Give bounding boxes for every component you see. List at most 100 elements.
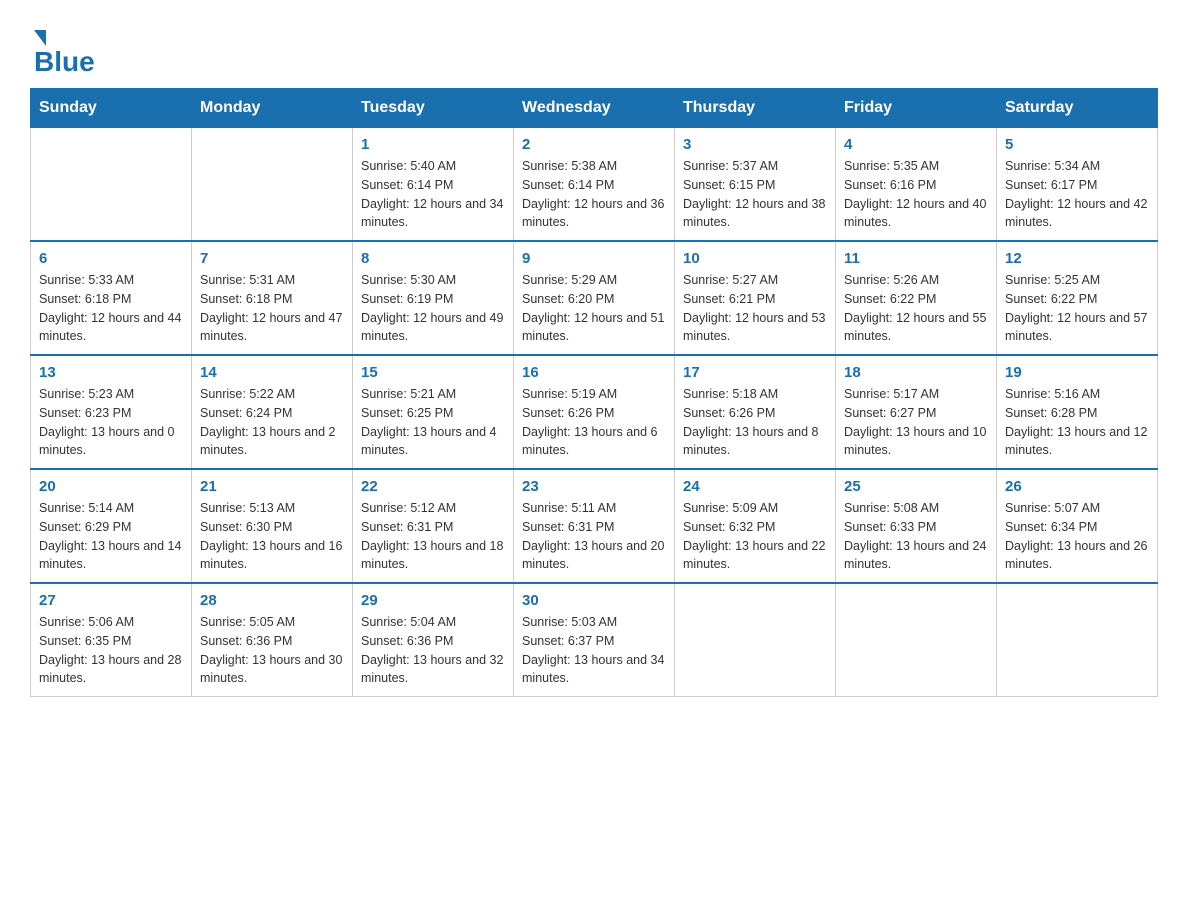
calendar-week-row: 20 Sunrise: 5:14 AMSunset: 6:29 PMDayligh… bbox=[31, 469, 1158, 583]
day-number: 25 bbox=[844, 478, 988, 495]
day-number: 7 bbox=[200, 250, 344, 267]
day-info: Sunrise: 5:26 AMSunset: 6:22 PMDaylight:… bbox=[844, 271, 988, 346]
calendar-cell: 11 Sunrise: 5:26 AMSunset: 6:22 PMDayligh… bbox=[836, 241, 997, 355]
day-number: 16 bbox=[522, 364, 666, 381]
weekday-header: Wednesday bbox=[514, 89, 675, 128]
day-info: Sunrise: 5:23 AMSunset: 6:23 PMDaylight:… bbox=[39, 385, 183, 460]
weekday-header: Monday bbox=[192, 89, 353, 128]
day-number: 17 bbox=[683, 364, 827, 381]
weekday-header: Saturday bbox=[997, 89, 1158, 128]
calendar-cell bbox=[192, 128, 353, 242]
calendar-week-row: 6 Sunrise: 5:33 AMSunset: 6:18 PMDaylight… bbox=[31, 241, 1158, 355]
day-number: 1 bbox=[361, 136, 505, 153]
day-number: 22 bbox=[361, 478, 505, 495]
day-number: 12 bbox=[1005, 250, 1149, 267]
day-info: Sunrise: 5:11 AMSunset: 6:31 PMDaylight:… bbox=[522, 499, 666, 574]
calendar-week-row: 13Sunrise: 5:23 AMSunset: 6:23 PMDayligh… bbox=[31, 355, 1158, 469]
calendar-cell: 13Sunrise: 5:23 AMSunset: 6:23 PMDayligh… bbox=[31, 355, 192, 469]
day-info: Sunrise: 5:14 AMSunset: 6:29 PMDaylight:… bbox=[39, 499, 183, 574]
day-info: Sunrise: 5:06 AMSunset: 6:35 PMDaylight:… bbox=[39, 613, 183, 688]
day-info: Sunrise: 5:16 AMSunset: 6:28 PMDaylight:… bbox=[1005, 385, 1149, 460]
day-number: 23 bbox=[522, 478, 666, 495]
weekday-header: Tuesday bbox=[353, 89, 514, 128]
calendar-cell: 17 Sunrise: 5:18 AMSunset: 6:26 PMDayligh… bbox=[675, 355, 836, 469]
calendar-cell: 27 Sunrise: 5:06 AMSunset: 6:35 PMDayligh… bbox=[31, 583, 192, 697]
day-info: Sunrise: 5:31 AMSunset: 6:18 PMDaylight:… bbox=[200, 271, 344, 346]
calendar-cell: 20 Sunrise: 5:14 AMSunset: 6:29 PMDayligh… bbox=[31, 469, 192, 583]
calendar-table: SundayMondayTuesdayWednesdayThursdayFrid… bbox=[30, 88, 1158, 697]
day-number: 5 bbox=[1005, 136, 1149, 153]
calendar-cell: 6 Sunrise: 5:33 AMSunset: 6:18 PMDaylight… bbox=[31, 241, 192, 355]
calendar-cell: 5 Sunrise: 5:34 AMSunset: 6:17 PMDaylight… bbox=[997, 128, 1158, 242]
day-info: Sunrise: 5:34 AMSunset: 6:17 PMDaylight:… bbox=[1005, 157, 1149, 232]
calendar-cell: 2 Sunrise: 5:38 AMSunset: 6:14 PMDaylight… bbox=[514, 128, 675, 242]
calendar-cell bbox=[836, 583, 997, 697]
calendar-cell: 14 Sunrise: 5:22 AMSunset: 6:24 PMDayligh… bbox=[192, 355, 353, 469]
day-number: 14 bbox=[200, 364, 344, 381]
day-number: 20 bbox=[39, 478, 183, 495]
calendar-week-row: 1 Sunrise: 5:40 AMSunset: 6:14 PMDaylight… bbox=[31, 128, 1158, 242]
calendar-cell: 15Sunrise: 5:21 AMSunset: 6:25 PMDayligh… bbox=[353, 355, 514, 469]
calendar-cell: 7 Sunrise: 5:31 AMSunset: 6:18 PMDaylight… bbox=[192, 241, 353, 355]
calendar-cell: 23 Sunrise: 5:11 AMSunset: 6:31 PMDayligh… bbox=[514, 469, 675, 583]
logo-text-container: Blue bbox=[30, 30, 95, 78]
day-number: 11 bbox=[844, 250, 988, 267]
day-info: Sunrise: 5:04 AMSunset: 6:36 PMDaylight:… bbox=[361, 613, 505, 688]
calendar-cell: 29 Sunrise: 5:04 AMSunset: 6:36 PMDayligh… bbox=[353, 583, 514, 697]
calendar-cell: 3Sunrise: 5:37 AMSunset: 6:15 PMDaylight… bbox=[675, 128, 836, 242]
day-number: 19 bbox=[1005, 364, 1149, 381]
day-info: Sunrise: 5:19 AMSunset: 6:26 PMDaylight:… bbox=[522, 385, 666, 460]
day-number: 21 bbox=[200, 478, 344, 495]
calendar-cell bbox=[997, 583, 1158, 697]
day-info: Sunrise: 5:09 AMSunset: 6:32 PMDaylight:… bbox=[683, 499, 827, 574]
day-info: Sunrise: 5:07 AMSunset: 6:34 PMDaylight:… bbox=[1005, 499, 1149, 574]
day-info: Sunrise: 5:40 AMSunset: 6:14 PMDaylight:… bbox=[361, 157, 505, 232]
calendar-cell: 21 Sunrise: 5:13 AMSunset: 6:30 PMDayligh… bbox=[192, 469, 353, 583]
day-number: 28 bbox=[200, 592, 344, 609]
day-info: Sunrise: 5:17 AMSunset: 6:27 PMDaylight:… bbox=[844, 385, 988, 460]
day-info: Sunrise: 5:13 AMSunset: 6:30 PMDaylight:… bbox=[200, 499, 344, 574]
day-info: Sunrise: 5:30 AMSunset: 6:19 PMDaylight:… bbox=[361, 271, 505, 346]
day-info: Sunrise: 5:12 AMSunset: 6:31 PMDaylight:… bbox=[361, 499, 505, 574]
weekday-header: Thursday bbox=[675, 89, 836, 128]
day-number: 24 bbox=[683, 478, 827, 495]
day-info: Sunrise: 5:38 AMSunset: 6:14 PMDaylight:… bbox=[522, 157, 666, 232]
day-number: 4 bbox=[844, 136, 988, 153]
calendar-cell: 26 Sunrise: 5:07 AMSunset: 6:34 PMDayligh… bbox=[997, 469, 1158, 583]
day-info: Sunrise: 5:22 AMSunset: 6:24 PMDaylight:… bbox=[200, 385, 344, 460]
day-number: 27 bbox=[39, 592, 183, 609]
day-number: 9 bbox=[522, 250, 666, 267]
day-number: 2 bbox=[522, 136, 666, 153]
day-number: 29 bbox=[361, 592, 505, 609]
day-number: 6 bbox=[39, 250, 183, 267]
day-number: 8 bbox=[361, 250, 505, 267]
weekday-header: Friday bbox=[836, 89, 997, 128]
page-header: Blue bbox=[30, 20, 1158, 78]
day-info: Sunrise: 5:18 AMSunset: 6:26 PMDaylight:… bbox=[683, 385, 827, 460]
day-number: 26 bbox=[1005, 478, 1149, 495]
day-info: Sunrise: 5:37 AMSunset: 6:15 PMDaylight:… bbox=[683, 157, 827, 232]
day-info: Sunrise: 5:27 AMSunset: 6:21 PMDaylight:… bbox=[683, 271, 827, 346]
day-info: Sunrise: 5:35 AMSunset: 6:16 PMDaylight:… bbox=[844, 157, 988, 232]
day-number: 10 bbox=[683, 250, 827, 267]
calendar-cell: 22 Sunrise: 5:12 AMSunset: 6:31 PMDayligh… bbox=[353, 469, 514, 583]
day-info: Sunrise: 5:05 AMSunset: 6:36 PMDaylight:… bbox=[200, 613, 344, 688]
day-info: Sunrise: 5:29 AMSunset: 6:20 PMDaylight:… bbox=[522, 271, 666, 346]
calendar-cell: 1 Sunrise: 5:40 AMSunset: 6:14 PMDaylight… bbox=[353, 128, 514, 242]
calendar-header-row: SundayMondayTuesdayWednesdayThursdayFrid… bbox=[31, 89, 1158, 128]
calendar-cell: 28 Sunrise: 5:05 AMSunset: 6:36 PMDayligh… bbox=[192, 583, 353, 697]
calendar-cell: 18Sunrise: 5:17 AMSunset: 6:27 PMDayligh… bbox=[836, 355, 997, 469]
calendar-cell: 30Sunrise: 5:03 AMSunset: 6:37 PMDayligh… bbox=[514, 583, 675, 697]
day-info: Sunrise: 5:25 AMSunset: 6:22 PMDaylight:… bbox=[1005, 271, 1149, 346]
calendar-cell: 9 Sunrise: 5:29 AMSunset: 6:20 PMDaylight… bbox=[514, 241, 675, 355]
day-number: 15 bbox=[361, 364, 505, 381]
calendar-cell: 16 Sunrise: 5:19 AMSunset: 6:26 PMDayligh… bbox=[514, 355, 675, 469]
weekday-header: Sunday bbox=[31, 89, 192, 128]
calendar-week-row: 27 Sunrise: 5:06 AMSunset: 6:35 PMDayligh… bbox=[31, 583, 1158, 697]
calendar-cell: 24 Sunrise: 5:09 AMSunset: 6:32 PMDayligh… bbox=[675, 469, 836, 583]
day-number: 30 bbox=[522, 592, 666, 609]
logo-blue: Blue bbox=[34, 46, 95, 77]
day-info: Sunrise: 5:33 AMSunset: 6:18 PMDaylight:… bbox=[39, 271, 183, 346]
calendar-cell: 12 Sunrise: 5:25 AMSunset: 6:22 PMDayligh… bbox=[997, 241, 1158, 355]
calendar-cell: 19 Sunrise: 5:16 AMSunset: 6:28 PMDayligh… bbox=[997, 355, 1158, 469]
